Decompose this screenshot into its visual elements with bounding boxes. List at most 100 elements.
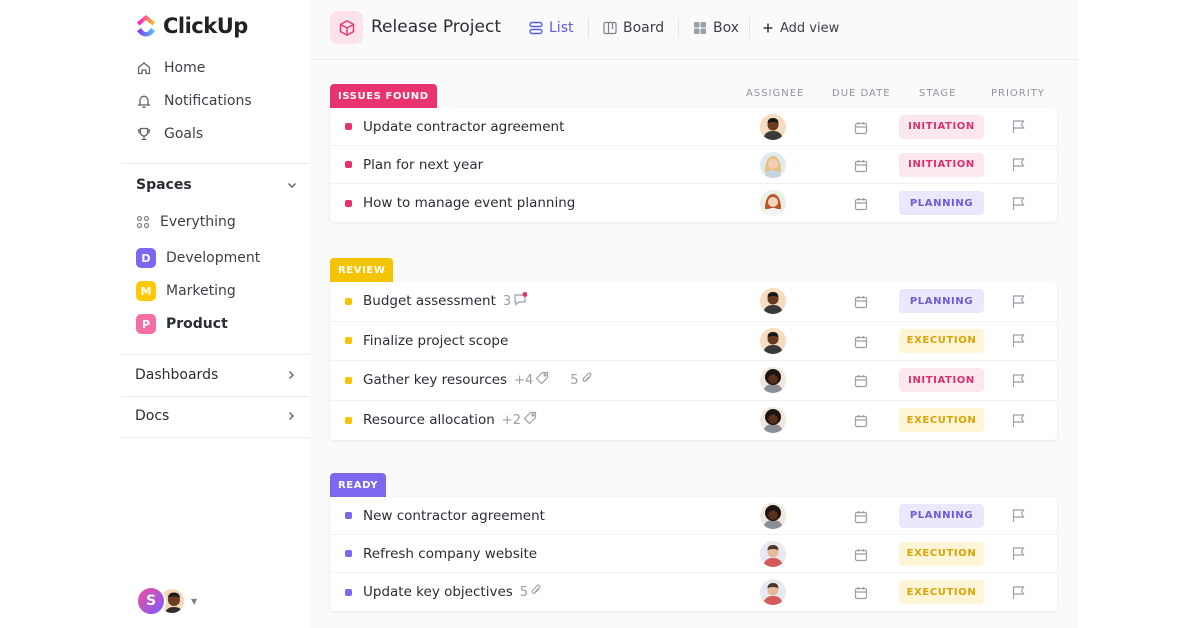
stage-badge[interactable]: INITIATION <box>899 368 984 393</box>
task-row[interactable]: Gather key resources +4 5 INITIATION <box>330 361 1057 401</box>
nav-goals[interactable]: Goals <box>136 123 203 145</box>
spaces-header[interactable]: Spaces <box>136 174 298 196</box>
task-row[interactable]: Refresh company website EXECUTION <box>330 535 1057 573</box>
stage-badge[interactable]: PLANNING <box>899 191 984 215</box>
status-dot[interactable] <box>345 199 352 207</box>
status-dot[interactable] <box>345 550 352 557</box>
stage-badge[interactable]: EXECUTION <box>899 580 984 604</box>
tab-board[interactable]: Board <box>603 18 664 38</box>
task-row[interactable]: Update contractor agreement INITIATION <box>330 108 1057 146</box>
task-attachments[interactable]: 5 <box>570 372 593 389</box>
flag-icon[interactable] <box>1011 196 1026 211</box>
flag-icon[interactable] <box>1011 119 1026 134</box>
task-row[interactable]: Plan for next year INITIATION <box>330 146 1057 184</box>
calendar-icon[interactable] <box>854 585 868 600</box>
space-development[interactable]: D Development <box>136 247 260 269</box>
task-row[interactable]: Update key objectives 5 EXECUTION <box>330 573 1057 611</box>
add-view-button[interactable]: Add view <box>762 18 839 38</box>
task-name-cell[interactable]: Plan for next year <box>363 157 483 173</box>
flag-icon[interactable] <box>1011 546 1026 561</box>
assignee-avatar[interactable] <box>760 579 786 605</box>
calendar-icon[interactable] <box>854 158 868 172</box>
space-marketing[interactable]: M Marketing <box>136 280 236 302</box>
task-meta[interactable]: 5 <box>520 584 543 601</box>
space-product[interactable]: P Product <box>136 313 228 335</box>
column-assignee[interactable]: ASSIGNEE <box>746 88 804 99</box>
calendar-icon[interactable] <box>854 120 868 134</box>
calendar-icon[interactable] <box>854 413 868 428</box>
sidebar-docs[interactable]: Docs <box>135 405 297 427</box>
assignee-avatar[interactable] <box>760 288 786 315</box>
task-row[interactable]: Resource allocation +2 EXECUTION <box>330 401 1057 441</box>
group-label[interactable]: REVIEW <box>330 258 394 282</box>
app-logo[interactable]: ClickUp <box>135 13 248 39</box>
stage-badge[interactable]: EXECUTION <box>899 328 984 353</box>
status-dot[interactable] <box>345 337 352 345</box>
tab-list[interactable]: List <box>529 18 573 38</box>
assignee-avatar[interactable] <box>760 151 786 178</box>
flag-icon[interactable] <box>1011 508 1026 523</box>
calendar-icon[interactable] <box>854 547 868 561</box>
task-row[interactable]: Finalize project scope EXECUTION <box>330 322 1057 361</box>
status-dot[interactable] <box>345 161 352 168</box>
stage-badge[interactable]: INITIATION <box>899 114 984 139</box>
calendar-icon[interactable] <box>854 509 868 523</box>
status-dot[interactable] <box>345 416 352 424</box>
assignee-avatar[interactable] <box>760 502 786 529</box>
assignee-avatar[interactable] <box>760 367 786 394</box>
assignee-avatar[interactable] <box>760 540 786 567</box>
group-label[interactable]: READY <box>330 473 387 497</box>
status-dot[interactable] <box>345 123 352 130</box>
chevron-down-icon[interactable] <box>286 179 298 191</box>
stage-badge[interactable]: PLANNING <box>899 503 984 528</box>
calendar-icon[interactable] <box>854 294 868 309</box>
task-name-cell[interactable]: Update contractor agreement <box>363 119 564 135</box>
space-everything[interactable]: Everything <box>136 211 236 233</box>
task-name-cell[interactable]: How to manage event planning <box>363 195 575 211</box>
flag-icon[interactable] <box>1011 373 1026 388</box>
group-label[interactable]: ISSUES FOUND <box>330 84 437 108</box>
stage-badge[interactable]: PLANNING <box>899 289 984 314</box>
assignee-avatar[interactable] <box>760 407 786 434</box>
flag-icon[interactable] <box>1011 294 1026 309</box>
flag-icon[interactable] <box>1011 413 1026 428</box>
status-dot[interactable] <box>345 376 352 384</box>
user-menu[interactable]: S ▼ <box>136 586 197 616</box>
assignee-avatar[interactable] <box>760 190 786 216</box>
task-row[interactable]: New contractor agreement PLANNING <box>330 497 1057 535</box>
task-name-cell[interactable]: Finalize project scope <box>363 333 508 349</box>
status-dot[interactable] <box>345 297 352 305</box>
stage-badge[interactable]: EXECUTION <box>899 408 984 433</box>
tab-box[interactable]: Box <box>693 18 739 38</box>
task-row[interactable]: Budget assessment 3 PLANNING <box>330 282 1057 322</box>
column-priority[interactable]: PRIORITY <box>991 88 1045 99</box>
stage-badge[interactable]: INITIATION <box>899 152 984 177</box>
task-meta[interactable]: 3 <box>503 292 528 310</box>
flag-icon[interactable] <box>1011 157 1026 172</box>
nav-home[interactable]: Home <box>136 57 205 79</box>
flag-icon[interactable] <box>1011 585 1026 600</box>
calendar-icon[interactable] <box>854 334 868 348</box>
task-name-cell[interactable]: Resource allocation +2 <box>363 411 537 429</box>
task-name-cell[interactable]: Update key objectives 5 <box>363 584 543 601</box>
task-name-cell[interactable]: New contractor agreement <box>363 508 545 524</box>
sidebar-dashboards[interactable]: Dashboards <box>135 364 297 386</box>
stage-badge[interactable]: EXECUTION <box>899 541 984 566</box>
status-dot[interactable] <box>345 588 352 596</box>
task-name-cell[interactable]: Gather key resources +4 5 <box>363 371 594 389</box>
flag-icon[interactable] <box>1011 333 1026 348</box>
task-name-cell[interactable]: Budget assessment 3 <box>363 292 528 310</box>
task-meta-count: +4 <box>514 372 534 388</box>
assignee-avatar[interactable] <box>760 327 786 354</box>
nav-notifications[interactable]: Notifications <box>136 90 252 112</box>
task-meta[interactable]: +4 <box>514 371 549 389</box>
calendar-icon[interactable] <box>854 196 868 211</box>
task-row[interactable]: How to manage event planning PLANNING <box>330 184 1057 222</box>
task-name-cell[interactable]: Refresh company website <box>363 546 537 562</box>
calendar-icon[interactable] <box>854 373 868 388</box>
column-stage[interactable]: STAGE <box>919 88 956 99</box>
status-dot[interactable] <box>345 512 352 519</box>
column-due-date[interactable]: DUE DATE <box>832 88 891 99</box>
task-meta[interactable]: +2 <box>502 411 537 429</box>
assignee-avatar[interactable] <box>760 113 786 140</box>
